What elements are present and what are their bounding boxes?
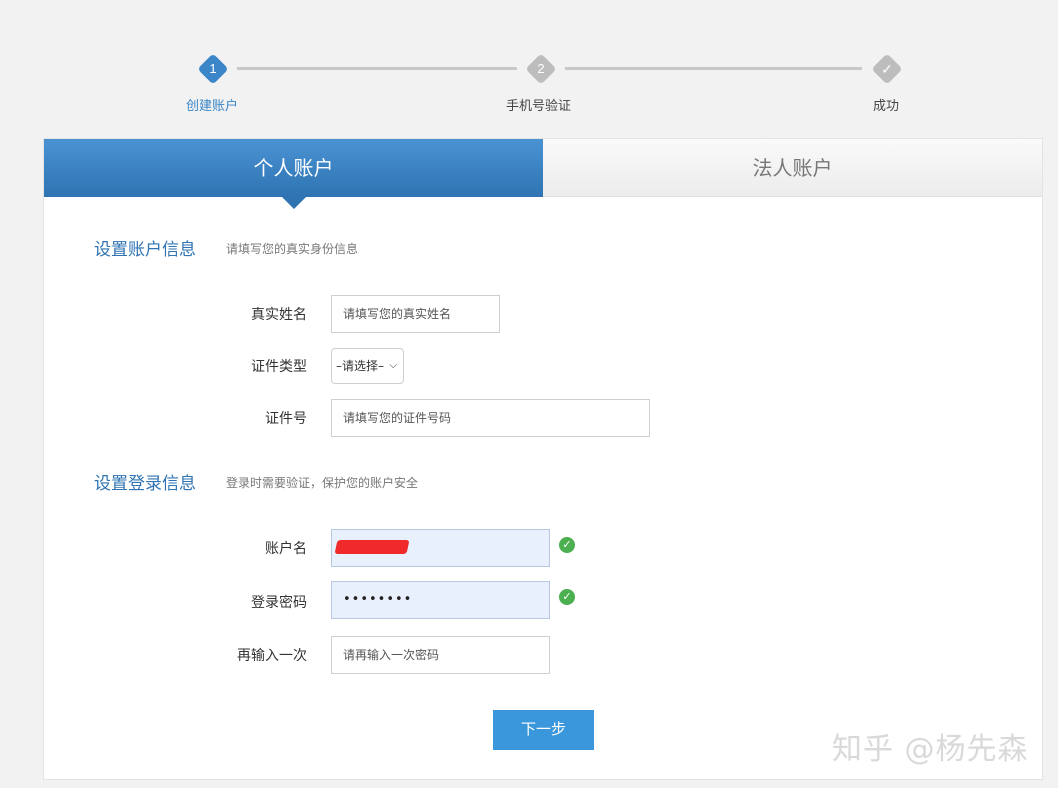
progress-stepper: 1 2 ✓ 创建账户 手机号验证 成功 <box>0 0 1058 130</box>
registration-card: 个人账户 法人账户 设置账户信息 请填写您的真实身份信息 真实姓名 证件类型 –… <box>43 138 1043 780</box>
account-info-title: 设置账户信息 <box>94 240 196 260</box>
id-type-label: 证件类型 <box>251 359 307 375</box>
next-step-button[interactable]: 下一步 <box>493 710 594 750</box>
redaction-mark <box>334 540 410 554</box>
real-name-input[interactable] <box>331 295 500 333</box>
confirm-password-input[interactable] <box>331 636 550 674</box>
step-connector <box>237 67 517 70</box>
step-1-marker: 1 <box>197 53 229 85</box>
id-number-input[interactable] <box>331 399 650 437</box>
valid-check-icon: ✓ <box>559 589 575 605</box>
login-info-title: 设置登录信息 <box>94 474 196 494</box>
password-input[interactable]: •••••••• <box>331 581 550 619</box>
step-3-label: 成功 <box>873 99 900 114</box>
tab-personal-account[interactable]: 个人账户 <box>44 139 543 209</box>
step-3-marker: ✓ <box>871 53 903 85</box>
step-1-number: 1 <box>209 61 217 76</box>
check-icon: ✓ <box>881 61 893 77</box>
chevron-down-icon: ⌵ <box>389 360 397 371</box>
step-connector <box>565 67 862 70</box>
login-info-hint: 登录时需要验证，保护您的账户安全 <box>226 476 419 490</box>
step-2-marker: 2 <box>525 53 557 85</box>
id-number-label: 证件号 <box>265 411 307 427</box>
watermark: 知乎 @杨先森 <box>832 732 1029 767</box>
tab-corporate-account[interactable]: 法人账户 <box>543 139 1042 197</box>
password-label: 登录密码 <box>251 595 307 611</box>
account-type-tabs: 个人账户 法人账户 <box>44 139 1042 209</box>
confirm-password-label: 再输入一次 <box>237 648 307 664</box>
username-input[interactable] <box>331 529 550 567</box>
account-info-hint: 请填写您的真实身份信息 <box>226 242 359 256</box>
username-label: 账户名 <box>265 541 307 557</box>
step-2-number: 2 <box>537 61 545 76</box>
valid-check-icon: ✓ <box>559 537 575 553</box>
id-type-select[interactable]: –请选择– ⌵ <box>331 348 404 384</box>
step-1-label: 创建账户 <box>186 99 239 114</box>
step-2-label: 手机号验证 <box>506 99 572 114</box>
real-name-label: 真实姓名 <box>251 307 307 323</box>
id-type-selected: –请选择– <box>336 359 385 373</box>
